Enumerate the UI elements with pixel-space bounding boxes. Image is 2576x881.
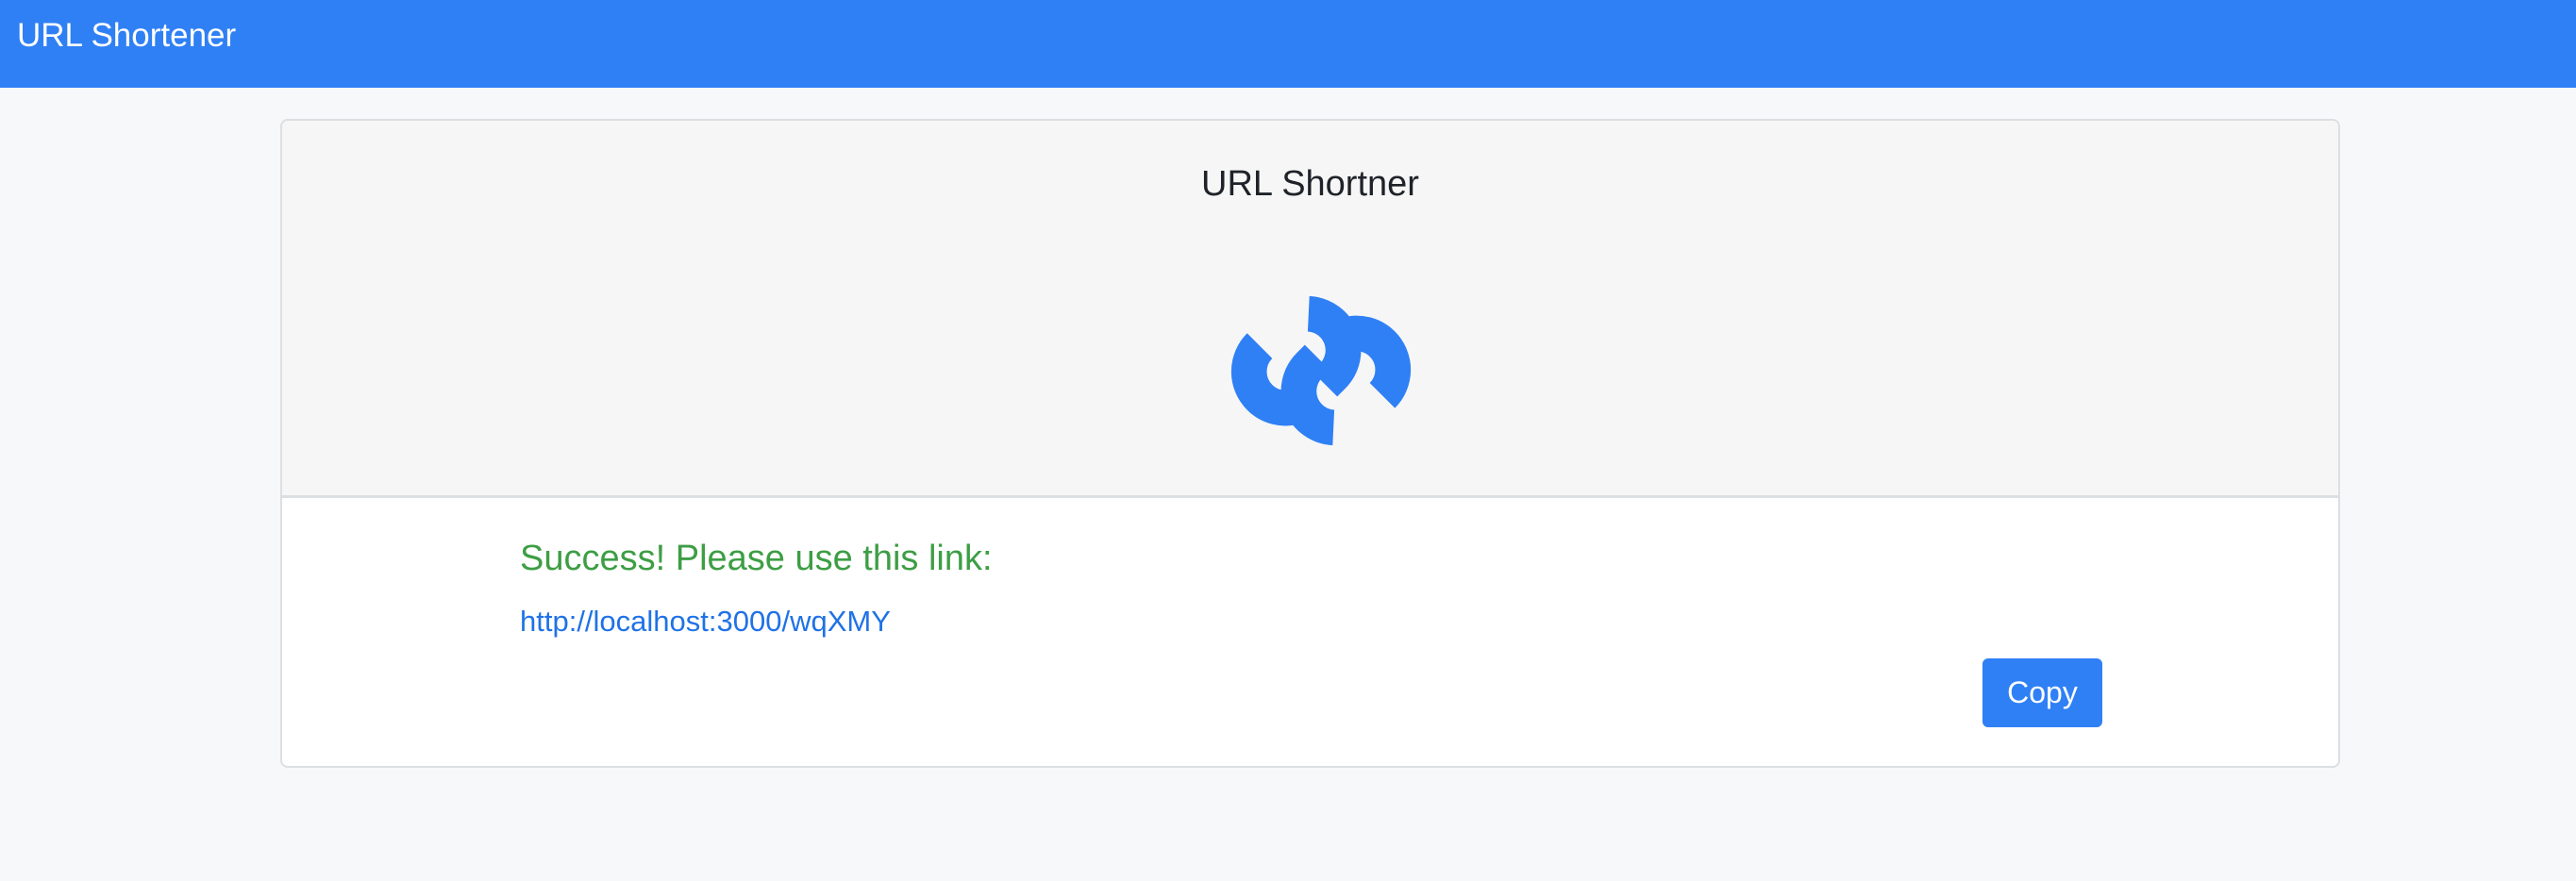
- card-body: Success! Please use this link: http://lo…: [282, 498, 2338, 766]
- top-navbar: URL Shortener: [0, 0, 2576, 88]
- card-header: URL Shortner: [282, 121, 2338, 498]
- navbar-brand[interactable]: URL Shortener: [17, 0, 236, 72]
- card-title: URL Shortner: [1201, 164, 1419, 204]
- link-icon: [1230, 295, 1412, 446]
- short-url-link[interactable]: http://localhost:3000/wqXMY: [520, 604, 891, 639]
- shortener-card: URL Shortner Success! Please use this li…: [280, 119, 2340, 768]
- success-message: Success! Please use this link:: [520, 539, 993, 578]
- copy-button[interactable]: Copy: [1982, 658, 2102, 727]
